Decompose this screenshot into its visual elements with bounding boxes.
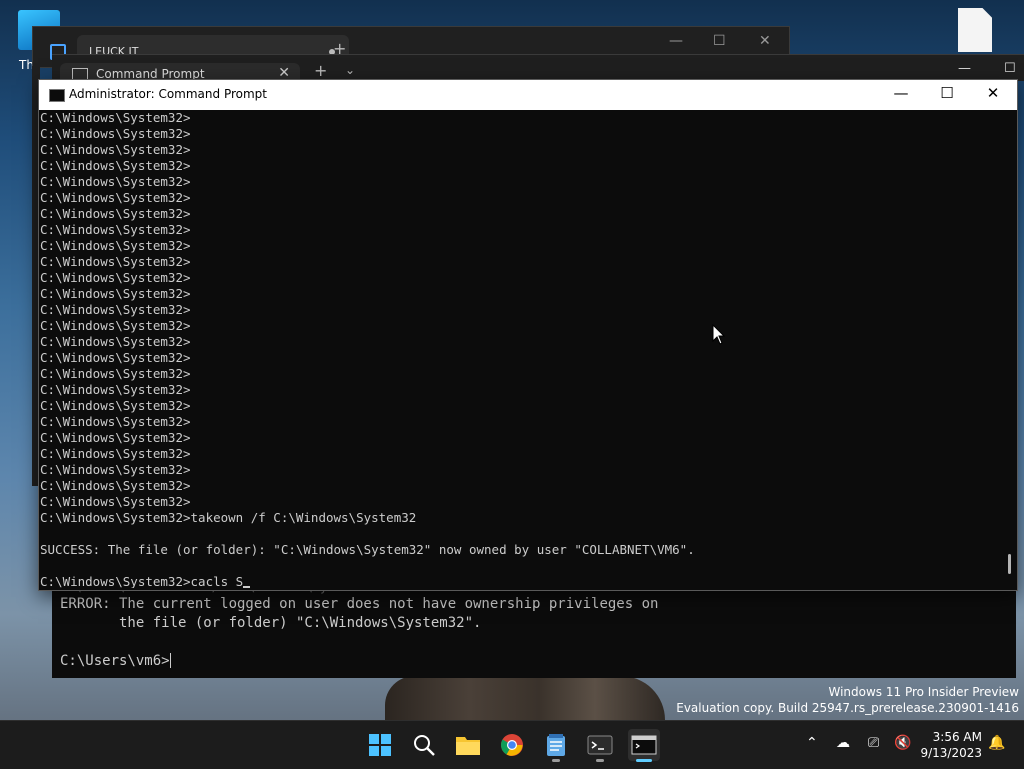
console-line: C:\Windows\System32> — [40, 318, 191, 333]
admin-command-prompt-window[interactable]: Administrator: Command Prompt — ☐ ✕ C:\W… — [38, 79, 1018, 591]
console-line: C:\Windows\System32> — [40, 462, 191, 477]
terminal-button[interactable] — [584, 729, 616, 762]
taskbar: ⌃ ☁ ⎚ 🔇 3:56 AM 9/13/2023 🔔 — [0, 720, 1024, 769]
console-line: C:\Windows\System32> — [40, 158, 191, 173]
terminal-window-titlebar[interactable]: Command Prompt ✕ + ⌄ — ☐ — [52, 54, 1024, 85]
desktop-file-icon[interactable] — [958, 8, 992, 52]
notepad-button[interactable] — [540, 729, 572, 762]
build-watermark-line-1: Windows 11 Pro Insider Preview — [828, 685, 1019, 699]
notification-bell-icon[interactable]: 🔔 — [988, 735, 1005, 751]
file-explorer-button[interactable] — [452, 729, 484, 761]
command-prompt-button[interactable] — [628, 729, 660, 762]
console-line: C:\Windows\System32> — [40, 110, 191, 125]
terminal-window-body[interactable]: C:\Users\vm6>takeown /f C:\Windows\Syste… — [52, 580, 1016, 678]
command-prompt-icon — [631, 735, 657, 755]
console-line: C:\Windows\System32> — [40, 382, 191, 397]
start-button[interactable] — [364, 729, 396, 761]
console-line: SUCCESS: The file (or folder): "C:\Windo… — [40, 542, 695, 557]
notepad-icon — [547, 734, 565, 756]
chevron-down-icon[interactable]: ⌄ — [345, 63, 355, 77]
maximize-icon[interactable]: ☐ — [713, 33, 726, 49]
console-line: C:\Windows\System32> — [40, 446, 191, 461]
console-line: C:\Windows\System32> — [40, 414, 191, 429]
console-line: C:\Windows\System32> — [40, 494, 191, 509]
window-titlebar[interactable]: Administrator: Command Prompt — ☐ ✕ — [39, 80, 1017, 110]
console-line: C:\Windows\System32> — [40, 238, 191, 253]
new-tab-plus-icon[interactable]: + — [314, 61, 327, 80]
minimize-icon[interactable]: — — [881, 84, 921, 102]
text-cursor — [169, 653, 171, 668]
network-icon[interactable]: ⎚ — [868, 735, 879, 751]
console-line: C:\Windows\System32> — [40, 174, 191, 189]
windows-logo-icon — [369, 734, 391, 756]
console-line: C:\Windows\System32> — [40, 286, 191, 301]
cmd-icon — [49, 89, 65, 102]
running-indicator — [596, 759, 604, 762]
clock-time: 3:56 AM — [932, 730, 982, 744]
clock-date: 9/13/2023 — [920, 746, 982, 760]
search-button[interactable] — [408, 729, 440, 761]
minimize-icon[interactable]: — — [669, 33, 683, 49]
console-line: C:\Windows\System32> — [40, 142, 191, 157]
console-line: C:\Windows\System32> — [40, 302, 191, 317]
console-line: C:\Windows\System32> — [40, 190, 191, 205]
onedrive-icon[interactable]: ☁ — [836, 735, 850, 751]
console-line: C:\Windows\System32> — [40, 478, 191, 493]
text-cursor — [243, 586, 251, 588]
file-explorer-icon — [456, 737, 480, 755]
active-indicator — [636, 759, 652, 762]
terminal-line: the file (or folder) "C:\Windows\System3… — [60, 615, 482, 631]
console-input-text[interactable]: C:\Windows\System32>cacls S — [40, 574, 243, 588]
search-icon — [414, 735, 435, 756]
console-input-line[interactable]: C:\Windows\System32>cacls S — [39, 574, 999, 588]
wallpaper-rock — [385, 676, 665, 720]
console-line: C:\Windows\System32> — [40, 366, 191, 381]
terminal-prompt: C:\Users\vm6> — [60, 653, 170, 669]
window-title: Administrator: Command Prompt — [69, 87, 267, 101]
console-line: C:\Windows\System32> — [40, 126, 191, 141]
console-line: C:\Windows\System32>takeown /f C:\Window… — [40, 510, 417, 525]
console-line: C:\Windows\System32> — [40, 334, 191, 349]
console-line: C:\Windows\System32> — [40, 222, 191, 237]
close-icon[interactable]: ✕ — [759, 33, 771, 49]
minimize-icon[interactable]: — — [958, 61, 971, 76]
console-line: C:\Windows\System32> — [40, 206, 191, 221]
console-line: C:\Windows\System32> — [40, 254, 191, 269]
chrome-icon — [501, 734, 523, 756]
build-watermark-line-2: Evaluation copy. Build 25947.rs_prerelea… — [676, 701, 1019, 715]
volume-muted-icon[interactable]: 🔇 — [894, 735, 911, 751]
maximize-icon[interactable]: ☐ — [927, 84, 967, 102]
console-line: C:\Windows\System32> — [40, 350, 191, 365]
running-indicator — [552, 759, 560, 762]
scrollbar-thumb[interactable] — [1008, 554, 1011, 574]
terminal-icon — [587, 735, 613, 755]
clock[interactable]: 3:56 AM 9/13/2023 — [920, 729, 982, 761]
console-line: C:\Windows\System32> — [40, 270, 191, 285]
close-icon[interactable]: ✕ — [973, 84, 1013, 102]
console-line: C:\Windows\System32> — [40, 430, 191, 445]
show-hidden-icons-chevron-icon[interactable]: ⌃ — [806, 735, 818, 751]
console-output[interactable]: C:\Windows\System32> C:\Windows\System32… — [39, 110, 999, 588]
chrome-button[interactable] — [496, 729, 528, 761]
terminal-line: ERROR: The current logged on user does n… — [60, 596, 659, 612]
console-line: C:\Windows\System32> — [40, 398, 191, 413]
maximize-icon[interactable]: ☐ — [1004, 61, 1016, 76]
terminal-prompt-line: C:\Users\vm6> — [60, 653, 171, 669]
